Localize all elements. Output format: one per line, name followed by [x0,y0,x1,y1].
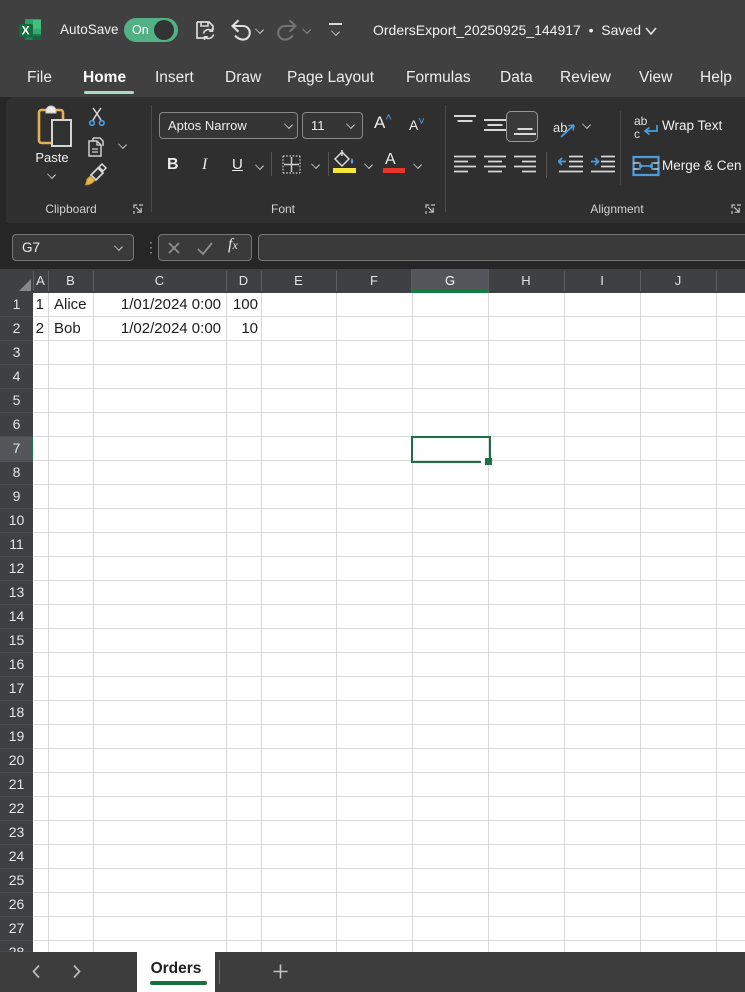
svg-text:c: c [634,127,640,141]
svg-text:X: X [22,24,30,38]
svg-text:ab: ab [634,114,648,128]
